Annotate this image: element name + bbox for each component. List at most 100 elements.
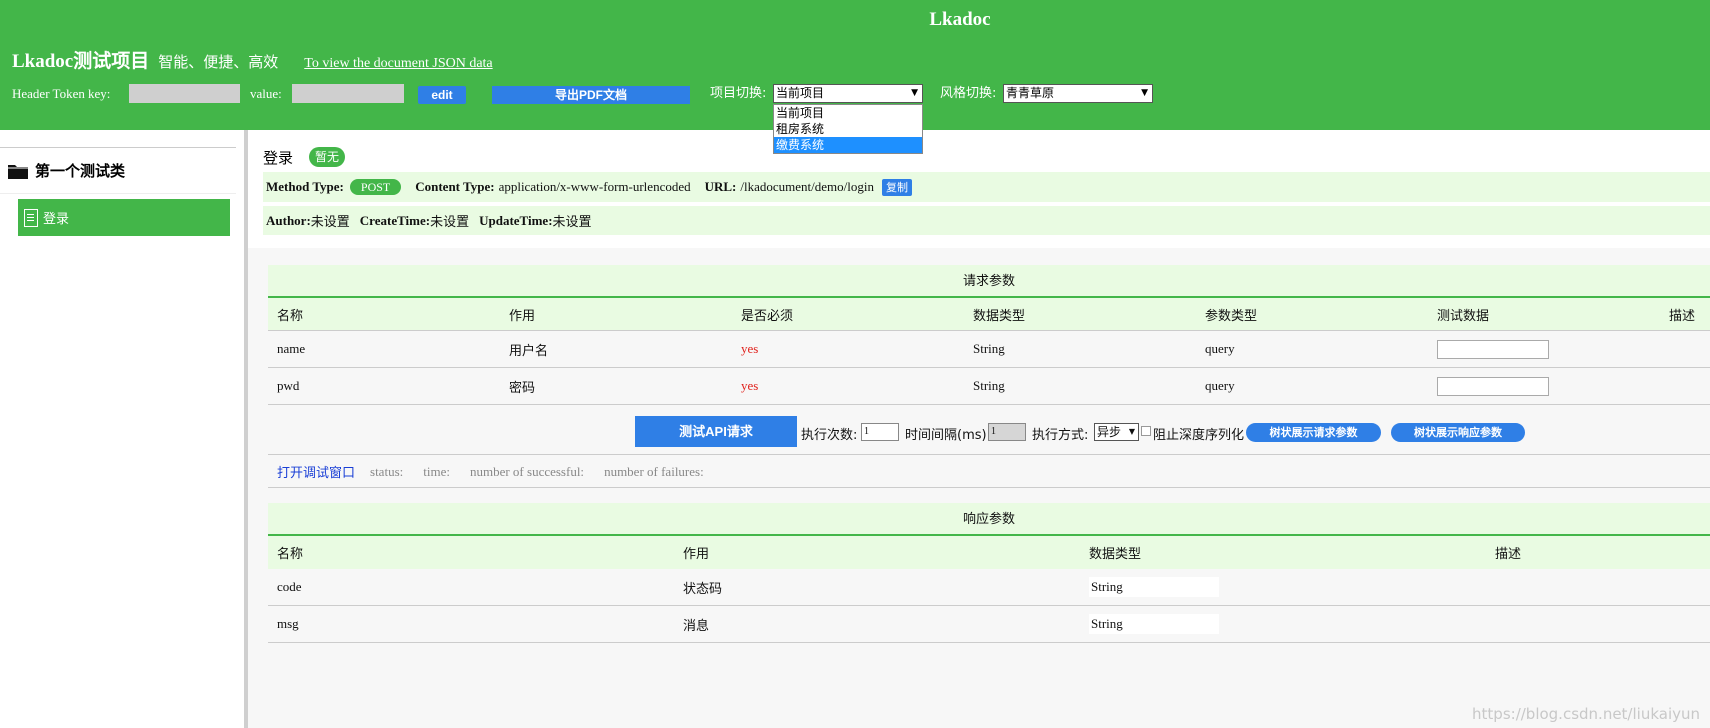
header-toolbar: Header Token key: value: edit 导出PDF文档 项目… xyxy=(12,84,1710,104)
column-header: 数据类型 xyxy=(1089,547,1142,562)
column-header: 测试数据 xyxy=(1437,308,1490,324)
time-label: time: xyxy=(423,463,450,479)
response-name: code xyxy=(277,579,302,594)
watermark: https://blog.csdn.net/liukaiyun xyxy=(1472,705,1700,723)
update-time-label: UpdateTime: xyxy=(479,212,553,228)
deep-serialize-label: 阻止深度序列化 xyxy=(1153,428,1245,443)
param-required: yes xyxy=(741,341,759,356)
param-type: String xyxy=(973,341,1005,356)
column-header: 作用 xyxy=(683,547,710,562)
param-purpose: 密码 xyxy=(509,380,536,396)
project-select-value: 当前项目 xyxy=(776,86,825,100)
create-time-value: 未设置 xyxy=(430,214,470,229)
tree-request-button[interactable]: 树状展示请求参数 xyxy=(1246,423,1381,442)
exec-count-input[interactable]: 1 xyxy=(861,423,899,441)
success-count-label: number of successful: xyxy=(469,463,585,479)
column-header: 描述 xyxy=(1669,308,1696,324)
dropdown-arrow-icon: ▼ xyxy=(1141,88,1148,98)
column-header: 名称 xyxy=(277,308,304,324)
project-option[interactable]: 缴费系统 xyxy=(774,137,922,153)
param-name: pwd xyxy=(277,378,300,393)
meta-info-row: Author: 未设置 CreateTime: 未设置 UpdateTime: … xyxy=(263,206,1710,235)
token-key-input[interactable] xyxy=(129,84,240,103)
request-params-title: 请求参数 xyxy=(268,265,1710,298)
tree-response-button[interactable]: 树状展示响应参数 xyxy=(1391,423,1525,442)
column-header: 数据类型 xyxy=(973,308,1026,324)
project-option[interactable]: 当前项目 xyxy=(774,105,922,121)
test-data-input[interactable] xyxy=(1437,376,1549,396)
table-header: 名称 作用 数据类型 描述 xyxy=(268,536,1710,569)
test-data-cell xyxy=(1437,331,1549,367)
content-type-label: Content Type: xyxy=(415,179,495,194)
content-type-value: application/x-www-form-urlencoded xyxy=(498,179,691,194)
test-data-input[interactable] xyxy=(1437,339,1549,359)
param-location: query xyxy=(1205,341,1235,356)
table-header: 名称 作用 是否必须 数据类型 参数类型 测试数据 描述 xyxy=(268,298,1710,331)
project-option[interactable]: 租房系统 xyxy=(774,121,922,137)
json-data-link[interactable]: To view the document JSON data xyxy=(304,56,492,72)
column-header: 描述 xyxy=(1495,547,1522,562)
test-api-button[interactable]: 测试API请求 xyxy=(635,416,797,447)
style-select-value: 青青草原 xyxy=(1006,86,1055,100)
method-info-row: Method Type: POST Content Type: applicat… xyxy=(263,172,1710,202)
exec-count-label: 执行次数: xyxy=(801,428,858,443)
response-name: msg xyxy=(277,616,299,631)
test-data-cell xyxy=(1437,368,1549,404)
failure-count-label: number of failures: xyxy=(604,463,704,479)
dropdown-arrow-icon: ▼ xyxy=(911,88,918,98)
response-params-table: 响应参数 名称 作用 数据类型 描述 code 状态码 String msg 消… xyxy=(268,503,1710,643)
column-header: 作用 xyxy=(509,308,536,324)
url-label: URL: xyxy=(704,179,737,194)
response-type: String xyxy=(1089,614,1219,634)
document-icon xyxy=(24,208,38,227)
api-title: 登录 xyxy=(263,149,294,167)
key-label: key: xyxy=(88,86,111,101)
project-select[interactable]: 当前项目 ▼ xyxy=(773,84,923,103)
deep-serialize-checkbox[interactable] xyxy=(1141,426,1151,436)
sidebar-item-label: 登录 xyxy=(43,212,70,227)
dropdown-arrow-icon: ▼ xyxy=(1128,427,1135,436)
exec-mode-select[interactable]: 异步 ▼ xyxy=(1094,423,1139,441)
method-type-label: Method Type: xyxy=(266,179,344,194)
table-row: code 状态码 String xyxy=(268,569,1710,606)
method-badge: POST xyxy=(349,179,402,195)
table-row: name 用户名 yes String query xyxy=(268,331,1710,368)
export-pdf-button[interactable]: 导出PDF文档 xyxy=(492,86,690,104)
folder-icon xyxy=(7,162,29,180)
response-type-cell: String xyxy=(1089,569,1219,605)
project-line: Lkadoc测试项目 智能、便捷、高效 To view the document… xyxy=(12,46,493,73)
param-type: String xyxy=(973,378,1005,393)
project-switch-label: 项目切换: xyxy=(710,86,767,101)
project-name: Lkadoc测试项目 xyxy=(12,51,150,72)
author-label: Author: xyxy=(266,212,311,228)
token-value-input[interactable] xyxy=(292,84,404,103)
project-slogan: 智能、便捷、高效 xyxy=(158,53,279,71)
app-title: Lkadoc xyxy=(929,9,991,30)
response-purpose: 消息 xyxy=(683,618,710,634)
edit-button[interactable]: edit xyxy=(418,86,466,104)
interval-label: 时间间隔(ms): xyxy=(905,428,991,443)
category-label: 第一个测试类 xyxy=(35,162,126,180)
response-params-title: 响应参数 xyxy=(268,503,1710,536)
status-row: 打开调试窗口 status: time: number of successfu… xyxy=(268,456,1710,488)
exec-mode-value: 异步 xyxy=(1097,425,1122,439)
param-required: yes xyxy=(741,378,759,393)
url-value: /lkadocument/demo/login xyxy=(740,179,874,194)
request-params-table: 请求参数 名称 作用 是否必须 数据类型 参数类型 测试数据 描述 name 用… xyxy=(268,265,1710,405)
header-token-label: Header Token xyxy=(12,86,85,101)
style-select[interactable]: 青青草原 ▼ xyxy=(1003,84,1153,103)
status-label: status: xyxy=(370,463,404,479)
interval-input[interactable]: 1 xyxy=(988,423,1026,441)
copy-url-button[interactable]: 复制 xyxy=(881,178,912,196)
sidebar-item-login[interactable]: 登录 xyxy=(18,199,230,236)
open-debug-window-link[interactable]: 打开调试窗口 xyxy=(277,462,355,481)
test-action-row: 测试API请求 执行次数: 1 时间间隔(ms): 1 执行方式: 异步 ▼ 阻止… xyxy=(268,415,1710,455)
table-row: msg 消息 String xyxy=(268,606,1710,643)
api-status-badge: 暂无 xyxy=(309,147,346,167)
param-name: name xyxy=(277,341,306,356)
value-label: value: xyxy=(250,86,282,101)
exec-mode-label: 执行方式: xyxy=(1032,428,1089,443)
create-time-label: CreateTime: xyxy=(359,212,431,228)
column-header: 名称 xyxy=(277,547,304,562)
sidebar-category[interactable]: 第一个测试类 xyxy=(0,147,236,193)
